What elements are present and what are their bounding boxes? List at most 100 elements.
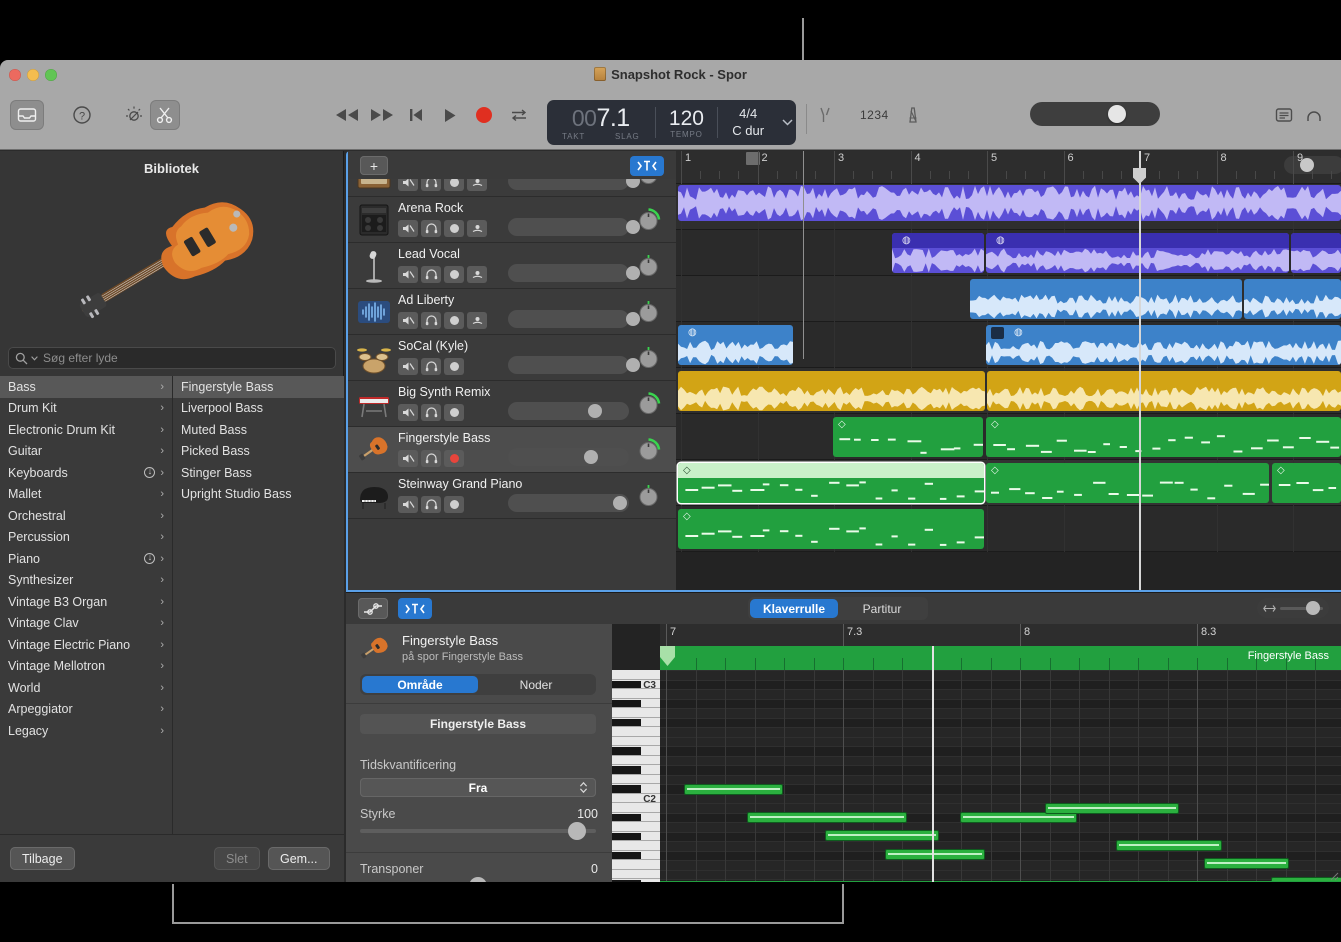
track-header[interactable]: Arena Rock [348,197,676,243]
library-search-field[interactable] [8,347,336,369]
library-category-world[interactable]: World› [0,677,172,699]
piano-key[interactable] [612,841,660,851]
zoom-knob[interactable] [1306,601,1320,615]
record-enable-button[interactable] [444,404,464,421]
track-header[interactable] [348,179,676,197]
piano-key[interactable] [612,737,660,747]
record-enable-button[interactable] [444,450,464,467]
ruler[interactable]: 123456789 [676,151,1341,184]
region[interactable]: ◍ [986,233,1289,273]
piano-key-black[interactable] [612,785,641,793]
region[interactable]: ◇ [833,417,983,457]
track-volume-slider[interactable] [508,310,629,328]
region[interactable] [970,279,1242,319]
track-lane[interactable] [676,368,1341,414]
help-button[interactable]: ? [68,100,96,130]
automation-button[interactable] [358,598,388,619]
record-enable-button[interactable] [444,179,464,191]
region[interactable]: ◇ [1272,463,1341,503]
download-icon[interactable] [144,467,155,478]
piano-key[interactable] [612,708,660,718]
cycle-button[interactable] [506,102,532,128]
region[interactable]: ◇ [986,463,1269,503]
rewind-button[interactable] [332,102,362,128]
track-lane[interactable]: ◍◍ [676,322,1341,368]
transpose-slider-knob[interactable] [469,877,487,882]
mute-button[interactable] [398,266,418,283]
track-name[interactable]: SoCal (Kyle) [398,339,468,353]
library-patch-muted-bass[interactable]: Muted Bass [173,419,344,441]
library-category-piano[interactable]: Piano› [0,548,172,570]
input-monitoring-button[interactable] [467,179,487,191]
lcd-position[interactable]: 00 7.1 TAKT SLAG [547,100,655,145]
tab-partitur[interactable]: Partitur [838,599,926,618]
library-category-vintage-electric-piano[interactable]: Vintage Electric Piano› [0,634,172,656]
region[interactable] [987,371,1341,411]
piano-key[interactable] [612,870,660,880]
piano-key-black[interactable] [612,814,641,822]
library-category-mallet[interactable]: Mallet› [0,484,172,506]
track-name[interactable]: Steinway Grand Piano [398,477,522,491]
piano-key-black[interactable] [612,719,641,727]
tuning-fork-button[interactable] [812,102,838,128]
mute-button[interactable] [398,312,418,329]
library-patch-liverpool-bass[interactable]: Liverpool Bass [173,398,344,420]
region[interactable]: ◇ [678,509,984,549]
piano-roll-ruler[interactable]: 77.388.3 [660,624,1341,646]
count-in-button[interactable]: 1234 [860,104,889,126]
mute-button[interactable] [398,220,418,237]
piano-key[interactable] [612,775,660,785]
library-category-orchestral[interactable]: Orchestral› [0,505,172,527]
track-volume-knob[interactable] [588,404,602,418]
piano-key-black[interactable] [612,700,641,708]
solo-button[interactable] [421,266,441,283]
lcd-signature[interactable]: 4/4 C dur [718,100,778,145]
piano-key-black[interactable] [612,747,641,755]
play-button[interactable] [438,102,462,128]
tuner-button[interactable] [120,100,148,130]
tracks-quantize-button[interactable] [630,156,664,176]
solo-button[interactable] [421,312,441,329]
region[interactable]: ◍ [986,325,1341,365]
track-header[interactable]: Big Synth Remix [348,381,676,427]
library-category-arpeggiator[interactable]: Arpeggiator› [0,699,172,721]
region[interactable]: ◍ [892,233,984,273]
track-name[interactable]: Arena Rock [398,201,463,215]
mute-button[interactable] [398,450,418,467]
mute-button[interactable] [398,496,418,513]
solo-button[interactable] [421,179,441,191]
track-header[interactable]: Fingerstyle Bass [348,427,676,473]
midi-note[interactable] [825,830,938,841]
track-volume-knob[interactable] [613,496,627,510]
mute-button[interactable] [398,179,418,191]
track-header[interactable]: Steinway Grand Piano [348,473,676,519]
track-pan-knob[interactable] [635,345,662,372]
library-category-percussion[interactable]: Percussion› [0,527,172,549]
piano-key[interactable] [612,860,660,870]
track-lane[interactable]: ◇ [676,506,1341,552]
midi-note[interactable] [747,812,906,823]
library-category-bass[interactable]: Bass› [0,376,172,398]
library-patch-stinger-bass[interactable]: Stinger Bass [173,462,344,484]
track-pan-knob[interactable] [635,179,662,188]
track-header[interactable]: Lead Vocal [348,243,676,289]
track-lane[interactable]: ◍◍ [676,230,1341,276]
piano-key-black[interactable] [612,880,641,882]
midi-note[interactable] [1045,803,1180,814]
track-volume-slider[interactable] [508,264,629,282]
region[interactable] [1291,233,1341,273]
library-category-keyboards[interactable]: Keyboards› [0,462,172,484]
track-volume-slider[interactable] [508,448,629,466]
piano-key-black[interactable] [612,833,641,841]
save-button[interactable]: Gem... [268,847,330,870]
track-name[interactable]: Ad Liberty [398,293,454,307]
library-patch-picked-bass[interactable]: Picked Bass [173,441,344,463]
library-category-legacy[interactable]: Legacy› [0,720,172,742]
editor-zoom-slider[interactable] [1257,598,1329,618]
search-input[interactable] [43,351,329,365]
library-patch-upright-studio-bass[interactable]: Upright Studio Bass [173,484,344,506]
mute-button[interactable] [398,358,418,375]
editor-quantize-button[interactable] [398,598,432,619]
playhead[interactable] [1139,151,1141,590]
track-pan-knob[interactable] [635,483,662,510]
